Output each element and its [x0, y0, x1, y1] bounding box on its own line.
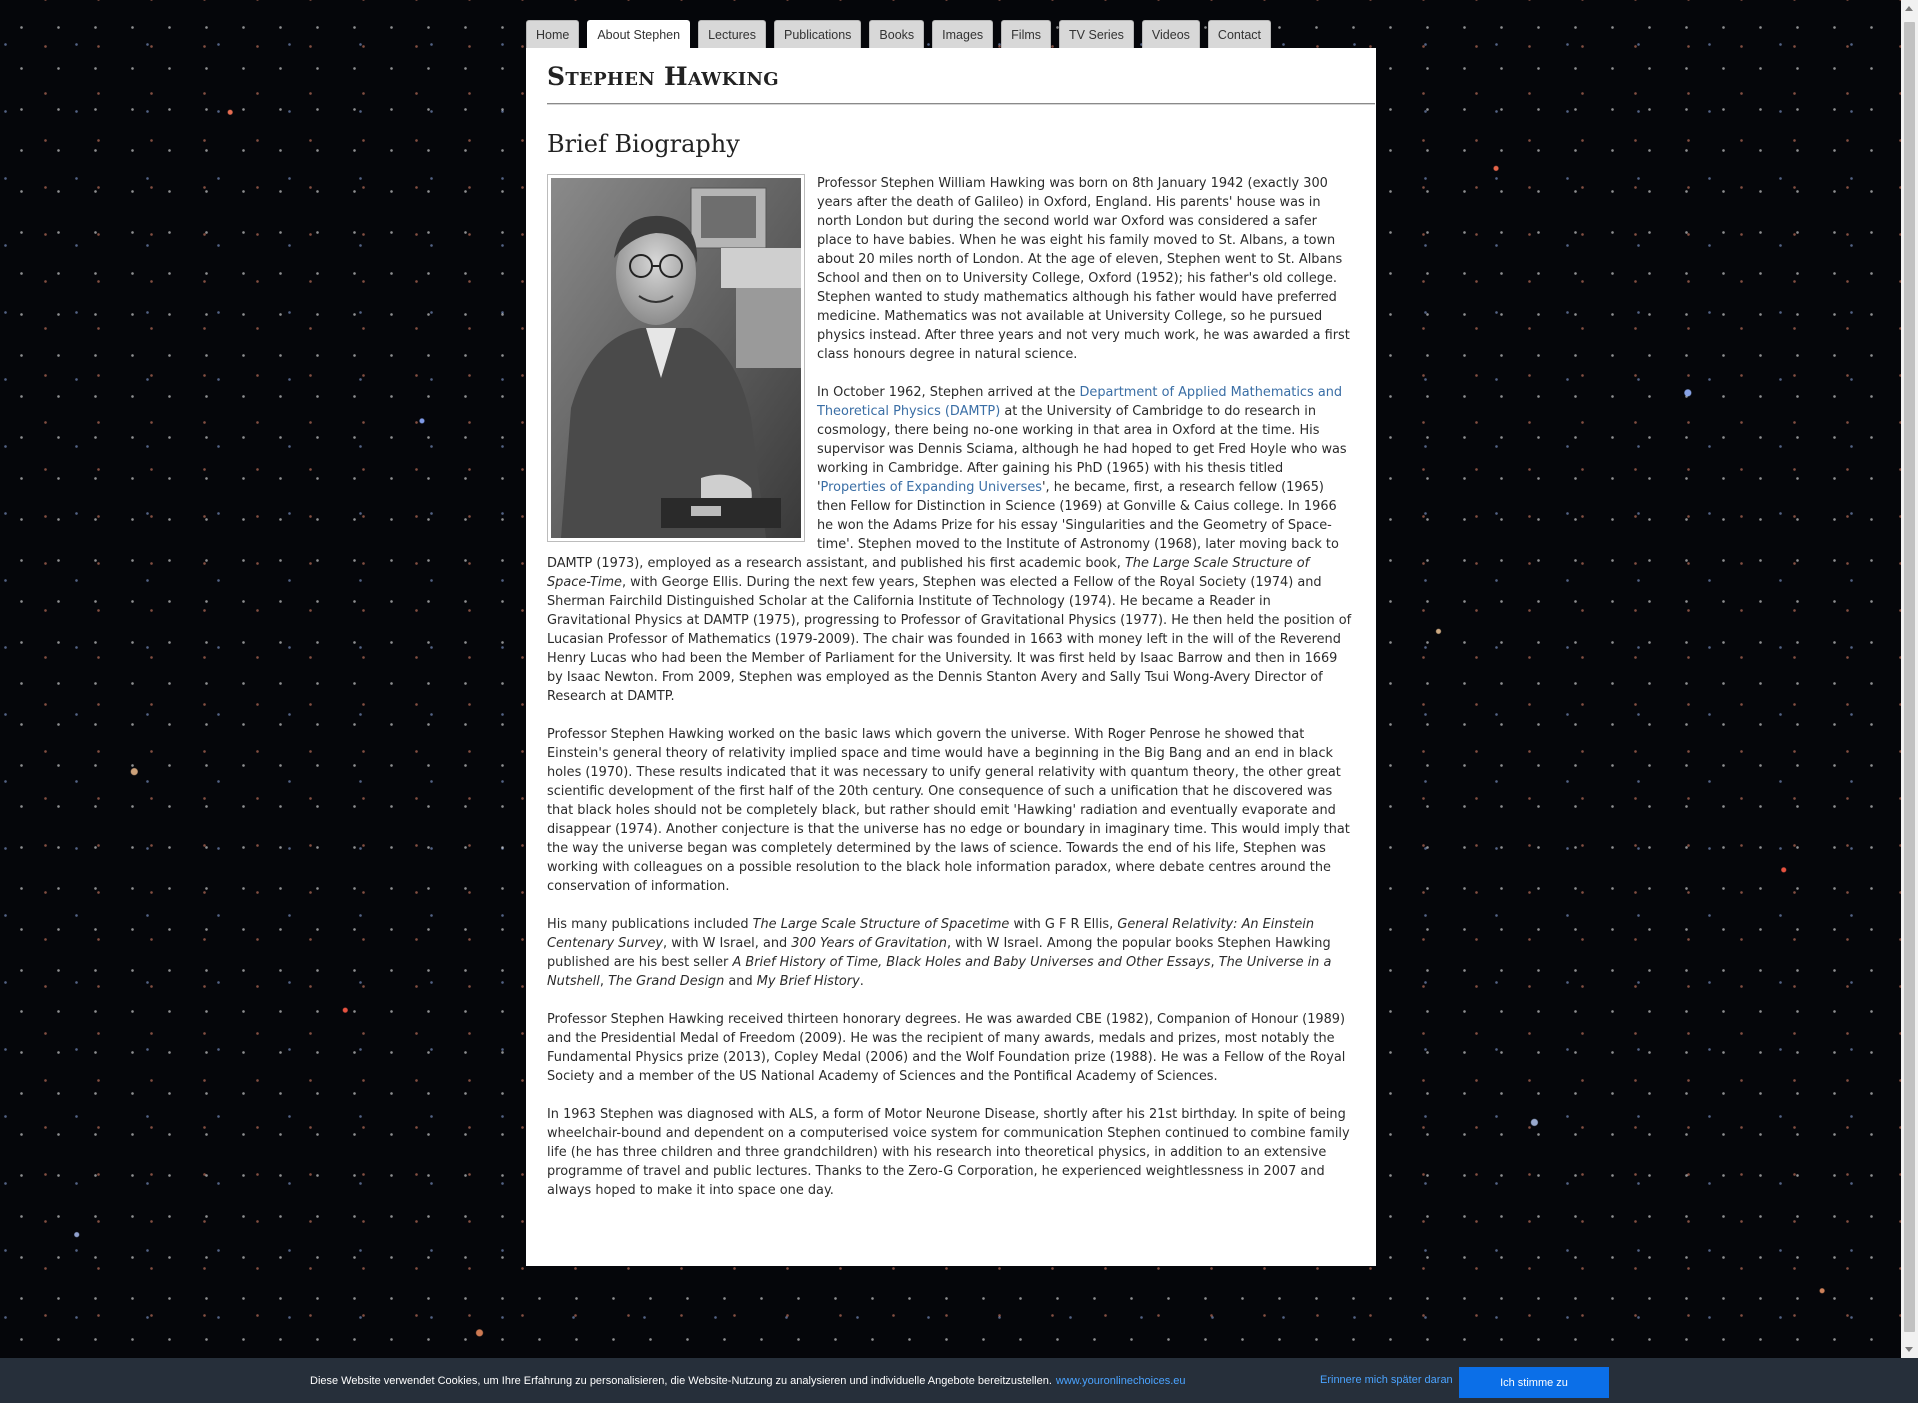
bio-text: ,	[1210, 955, 1219, 970]
bio-text: His many publications included	[547, 917, 753, 932]
cookie-info-link[interactable]: www.youronlinechoices.eu	[1056, 1375, 1186, 1387]
tab-tv-series[interactable]: TV Series	[1059, 20, 1134, 48]
tab-lectures[interactable]: Lectures	[698, 20, 767, 48]
tab-films[interactable]: Films	[1001, 20, 1052, 48]
cookie-text: Diese Website verwendet Cookies, um Ihre…	[310, 1375, 1052, 1387]
bio-paragraph-6: In 1963 Stephen was diagnosed with ALS, …	[547, 1107, 1350, 1198]
bio-text: with G F R Ellis,	[1009, 917, 1118, 932]
bio-text: and	[724, 974, 757, 989]
scroll-thumb[interactable]	[1904, 22, 1915, 1332]
tab-images[interactable]: Images	[932, 20, 994, 48]
book-title: A Brief History of Time, Black Holes and…	[732, 955, 1211, 970]
bio-text: In October 1962, Stephen arrived at the	[817, 385, 1080, 400]
bio-paragraph-5: Professor Stephen Hawking received thirt…	[547, 1012, 1346, 1084]
book-title: My Brief History	[756, 974, 860, 989]
portrait-photo	[547, 174, 805, 542]
bio-paragraph-4: His many publications included The Large…	[547, 915, 1355, 991]
book-title: The Large Scale Structure of Spacetime	[752, 917, 1010, 932]
book-title: The Grand Design	[608, 974, 725, 989]
biography-section: Brief Biography Professor Stephen Willia…	[547, 128, 1355, 1219]
tab-about-stephen[interactable]: About Stephen	[587, 20, 691, 49]
bio-text: , with George Ellis. During the next few…	[547, 575, 1352, 704]
tab-publications[interactable]: Publications	[774, 20, 862, 48]
site-title: Stephen Hawking	[547, 62, 779, 91]
cookie-banner: Diese Website verwendet Cookies, um Ihre…	[0, 1358, 1918, 1403]
remind-later-button[interactable]: Erinnere mich später daran	[1320, 1374, 1453, 1386]
section-title: Brief Biography	[547, 130, 740, 158]
scroll-up-icon[interactable]	[1905, 6, 1913, 11]
bio-text: , with W Israel, and	[663, 936, 792, 951]
scroll-down-icon[interactable]	[1905, 1347, 1913, 1352]
cookie-message: Diese Website verwendet Cookies, um Ihre…	[310, 1375, 1186, 1387]
tab-contact[interactable]: Contact	[1207, 20, 1272, 48]
portrait-image	[551, 178, 801, 538]
title-divider	[547, 103, 1375, 104]
tab-videos[interactable]: Videos	[1141, 20, 1200, 48]
bio-text: .	[859, 974, 864, 989]
content-panel: Stephen Hawking Brief Biography Professo…	[526, 48, 1376, 1266]
book-title: 300 Years of Gravitation	[791, 936, 947, 951]
tab-home[interactable]: Home	[526, 20, 580, 48]
bio-paragraph-3: Professor Stephen Hawking worked on the …	[547, 727, 1350, 894]
bio-text: ,	[599, 974, 609, 989]
thesis-link[interactable]: Properties of Expanding Universes	[821, 480, 1042, 495]
main-nav: Home About Stephen Lectures Publications…	[526, 20, 1272, 49]
agree-button[interactable]: Ich stimme zu	[1459, 1367, 1609, 1398]
tab-books[interactable]: Books	[869, 20, 925, 48]
page-scrollbar[interactable]	[1901, 0, 1918, 1358]
